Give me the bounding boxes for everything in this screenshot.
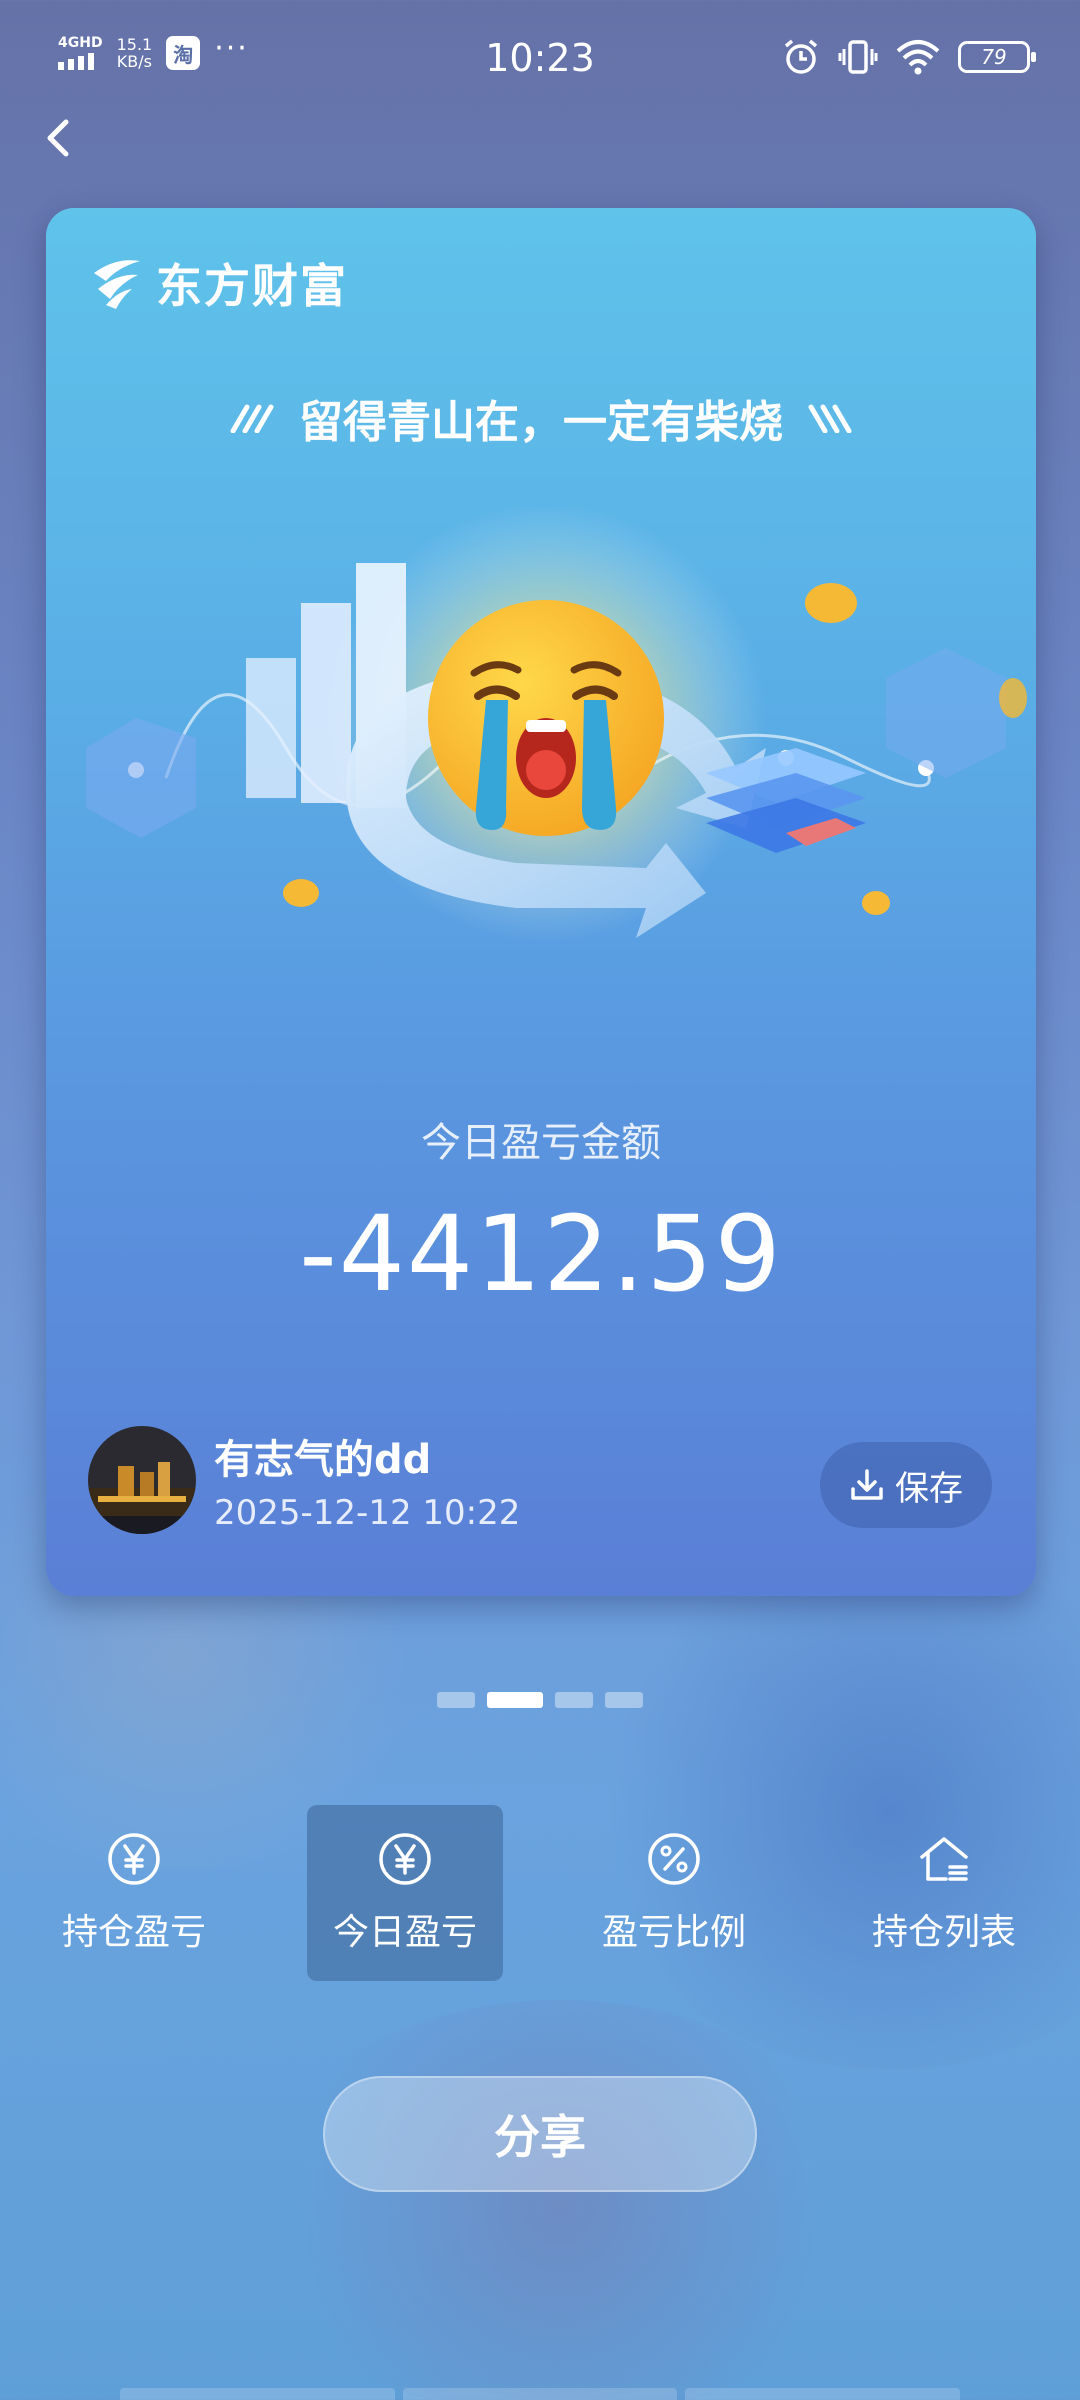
brand-name: 东方财富 xyxy=(156,259,348,313)
tab-holding-pnl[interactable]: 持仓盈亏 xyxy=(36,1805,232,1981)
page-dot-active[interactable] xyxy=(487,1692,543,1708)
tab-today-pnl[interactable]: 今日盈亏 xyxy=(307,1805,503,1981)
download-icon xyxy=(851,1469,883,1500)
status-bar: 4GHD 15.1 KB/s 淘 ··· 10:23 79 xyxy=(0,0,1080,120)
house-list-icon xyxy=(920,1837,968,1881)
back-arrow-icon[interactable] xyxy=(30,108,90,168)
percent-icon xyxy=(648,1833,700,1885)
tab-label: 持仓盈亏 xyxy=(61,1912,206,1953)
eastmoney-logo-icon xyxy=(94,260,140,309)
tab-holding-list[interactable]: 持仓列表 xyxy=(846,1805,1042,1981)
tab-pnl-ratio[interactable]: 盈亏比例 xyxy=(576,1805,772,1981)
tab-label: 盈亏比例 xyxy=(601,1912,746,1953)
pnl-amount: -4412.59 xyxy=(299,1193,783,1315)
yen-icon xyxy=(379,1833,431,1885)
vibrate-icon xyxy=(838,40,878,74)
bottom-peek xyxy=(120,2388,961,2400)
yen-icon xyxy=(108,1833,160,1885)
card-type-tabs: 持仓盈亏 今日盈亏 盈亏比例 持仓列表 xyxy=(0,1805,1080,1981)
slash-decoration-right-icon xyxy=(808,404,852,433)
save-button[interactable]: 保存 xyxy=(820,1442,992,1528)
avatar xyxy=(88,1426,196,1534)
slogan: 留得青山在，一定有柴烧 xyxy=(46,386,1036,450)
crying-emoji-illustration xyxy=(86,508,1027,943)
card-pager xyxy=(0,1692,1080,1708)
wifi-icon xyxy=(896,40,940,75)
slogan-text: 留得青山在，一定有柴烧 xyxy=(299,397,783,448)
share-button[interactable]: 分享 xyxy=(323,2076,757,2192)
battery-icon: 79 xyxy=(958,41,1036,73)
user-name: 有志气的dd xyxy=(214,1437,432,1483)
user-info: 有志气的dd 2025-12-12 10:22 xyxy=(88,1426,520,1534)
page-dot[interactable] xyxy=(437,1692,475,1708)
alarm-icon xyxy=(784,39,818,74)
tab-label: 持仓列表 xyxy=(871,1912,1016,1953)
share-datetime: 2025-12-12 10:22 xyxy=(214,1493,521,1533)
pnl-share-card: 东方财富 留得青山在，一定有柴烧 今日盈亏金额 -4412.59 有志气的dd … xyxy=(46,208,1036,1596)
amount-label: 今日盈亏金额 xyxy=(421,1120,661,1166)
page-dot[interactable] xyxy=(555,1692,593,1708)
page-dot[interactable] xyxy=(605,1692,643,1708)
slash-decoration-left-icon xyxy=(230,404,274,433)
save-label: 保存 xyxy=(895,1468,963,1509)
tab-label: 今日盈亏 xyxy=(332,1912,477,1953)
brand-logo: 东方财富 xyxy=(88,250,348,316)
